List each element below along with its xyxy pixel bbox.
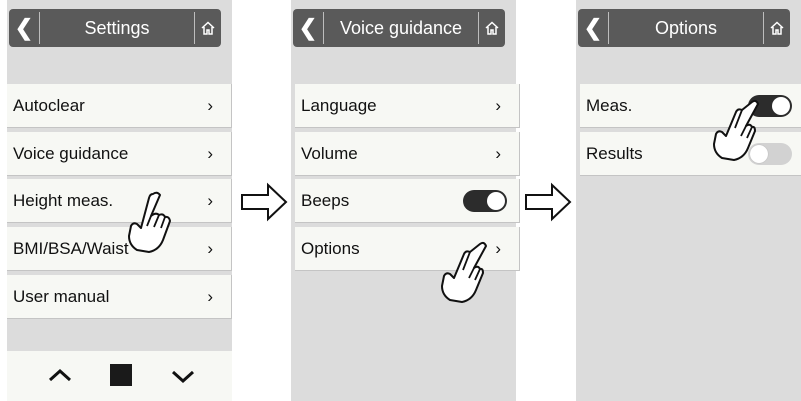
menu-item-label: Options (301, 239, 360, 258)
menu-item-voice-guidance[interactable]: Voice guidance › (7, 132, 232, 176)
home-icon (485, 21, 499, 35)
chevron-left-icon: ❮ (14, 15, 34, 40)
menu-item-label: Volume (301, 144, 358, 163)
scroll-nav-bar (7, 351, 232, 401)
menu-item-height-meas[interactable]: Height meas. › (7, 179, 232, 223)
options-screen: ❮ Options (576, 0, 801, 401)
menu-item-language[interactable]: Language › (295, 84, 520, 128)
menu-item-meas: Meas. (580, 84, 801, 128)
home-icon (201, 21, 215, 35)
home-button[interactable] (764, 9, 790, 47)
arrow-right-outline-icon (525, 182, 572, 222)
chevron-right-icon: › (495, 96, 501, 115)
menu-item-label: BMI/BSA/Waist (13, 239, 129, 258)
menu-item-label: Beeps (301, 191, 350, 210)
toggle-knob (487, 192, 505, 210)
menu-item-autoclear[interactable]: Autoclear › (7, 84, 232, 128)
page-title: Voice guidance (339, 18, 463, 38)
pointing-hand-icon (441, 241, 487, 303)
back-button[interactable]: ❮ (293, 9, 323, 47)
menu-item-user-manual[interactable]: User manual › (7, 275, 232, 319)
menu-item-beeps: Beeps (295, 179, 520, 223)
menu-item-volume[interactable]: Volume › (295, 132, 520, 176)
menu-item-label: Autoclear (13, 96, 85, 115)
chevron-left-icon: ❮ (298, 15, 318, 40)
menu-item-label: Language (301, 96, 377, 115)
home-button[interactable] (479, 9, 505, 47)
back-button[interactable]: ❮ (9, 9, 39, 47)
scroll-up-button[interactable] (47, 367, 73, 383)
scroll-down-button[interactable] (170, 369, 196, 385)
chevron-right-icon: › (495, 144, 501, 163)
chevron-right-icon: › (207, 144, 213, 163)
beeps-toggle[interactable] (463, 190, 507, 212)
chevron-right-icon: › (207, 96, 213, 115)
menu-item-label: Results (586, 144, 643, 163)
chevron-right-icon: › (207, 191, 213, 210)
home-button[interactable] (195, 9, 221, 47)
page-title: Settings (84, 18, 150, 38)
header-bar: ❮ Options (578, 9, 790, 47)
menu-item-label: User manual (13, 287, 110, 306)
pointing-hand-icon (128, 191, 171, 253)
chevron-right-icon: › (207, 287, 213, 306)
pointing-hand-icon (713, 99, 759, 161)
page-title: Options (654, 18, 718, 38)
header-bar: ❮ Voice guidance (293, 9, 505, 47)
menu-item-bmi-bsa-waist[interactable]: BMI/BSA/Waist › (7, 227, 232, 271)
menu-item-label: Meas. (586, 96, 633, 115)
scroll-position-indicator (110, 364, 132, 386)
back-button[interactable]: ❮ (578, 9, 608, 47)
chevron-right-icon: › (495, 239, 501, 258)
toggle-knob (772, 97, 790, 115)
chevron-right-icon: › (207, 239, 213, 258)
chevron-left-icon: ❮ (583, 15, 603, 40)
menu-item-label: Height meas. (13, 191, 114, 210)
arrow-right-outline-icon (241, 182, 288, 222)
home-icon (770, 21, 784, 35)
header-bar: ❮ Settings (9, 9, 221, 47)
menu-item-label: Voice guidance (13, 144, 129, 163)
menu-item-results: Results (580, 132, 801, 176)
